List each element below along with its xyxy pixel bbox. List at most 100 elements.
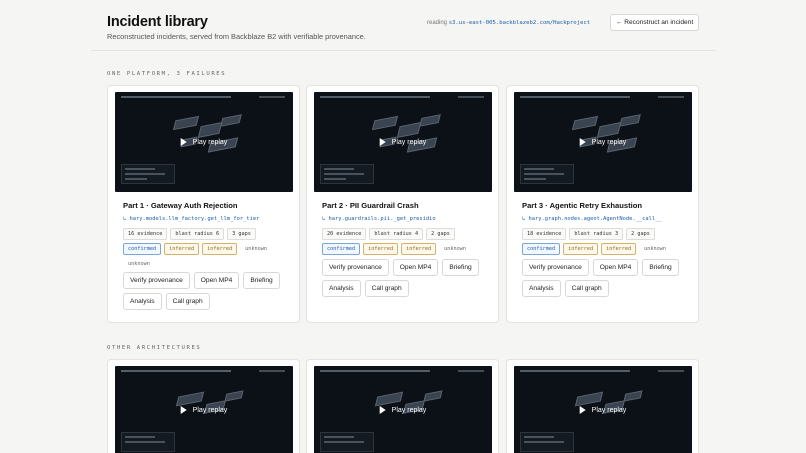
blast-radius: blast radius 3 [569,228,624,240]
preview-block [423,390,443,402]
thumb-caption [121,96,231,98]
thumb-caption [520,96,630,98]
thumb-panel [520,432,574,452]
play-replay-button[interactable]: Play replay [180,406,227,414]
open-mp4-button[interactable]: Open MP4 [193,272,240,289]
call-graph-button[interactable]: Call graph [364,280,409,297]
play-icon [579,138,586,146]
replay-thumbnail[interactable]: Play replay [514,366,692,453]
preview-block [619,114,641,127]
briefing-button[interactable]: Briefing [442,259,479,276]
thumb-caption-right [259,370,285,372]
card-metrics: 16 evidence blast radius 6 3 gaps confir… [123,228,288,270]
provenance-tag: unknown [245,246,267,252]
open-mp4-button[interactable]: Open MP4 [592,259,639,276]
provenance-tag: confirmed [322,243,361,255]
replay-thumbnail[interactable]: Play replay [314,92,492,192]
panel-line [324,436,354,438]
play-label: Play replay [591,138,627,146]
verify-provenance-button[interactable]: Verify provenance [322,259,389,276]
provenance-tag: confirmed [123,243,162,255]
card-metrics: 20 evidence blast radius 4 2 gaps confir… [322,228,487,255]
replay-thumbnail[interactable]: Play replay [115,366,293,453]
thumb-panel [520,164,574,184]
provenance-tag: inferred [363,243,399,255]
card-actions: Verify provenance Open MP4 Briefing Anal… [123,272,288,310]
evidence-count: 20 evidence [322,228,367,240]
panel-line [125,168,155,170]
play-label: Play replay [391,138,427,146]
architecture-preview [369,110,449,160]
play-label: Play replay [591,406,627,414]
card-code-path[interactable]: ↳ hary.models.llm_factory.get_llm_for_ti… [123,216,259,222]
analysis-button[interactable]: Analysis [322,280,361,297]
briefing-button[interactable]: Briefing [243,272,280,289]
thumb-caption [520,370,630,372]
preview-block [571,115,599,131]
preview-block [596,122,622,138]
thumb-panel [121,164,175,184]
thumb-caption-right [458,96,484,98]
play-icon [180,406,187,414]
section-label-other-architectures: OTHER ARCHITECTURES [107,345,202,351]
section-label-one-platform: ONE PLATFORM, 3 FAILURES [107,71,227,77]
panel-line [125,441,165,443]
provenance-tag: unknown [444,246,466,252]
provenance-tag: inferred [202,243,238,255]
card-title: Part 2 · PII Guardrail Crash [322,201,419,210]
card-title: Part 3 · Agentic Retry Exhaustion [522,201,642,210]
incident-card-4: Play replay [107,359,300,453]
thumb-panel [121,432,175,452]
preview-block [371,115,399,131]
evidence-count: 16 evidence [123,228,168,240]
preview-block [224,390,244,402]
preview-block [172,115,200,131]
card-title: Part 1 · Gateway Auth Rejection [123,201,238,210]
verify-provenance-button[interactable]: Verify provenance [522,259,589,276]
play-icon [579,406,586,414]
analysis-button[interactable]: Analysis [522,280,561,297]
verify-provenance-button[interactable]: Verify provenance [123,272,190,289]
panel-line [324,178,346,180]
preview-block [175,391,205,407]
thumb-caption [121,370,231,372]
play-replay-button[interactable]: Play replay [379,138,427,146]
thumb-panel [320,164,374,184]
preview-block [374,391,404,407]
card-code-path[interactable]: ↳ hary.graph.nodes.agent.AgentNode.__cal… [522,216,662,222]
blast-radius: blast radius 6 [170,228,225,240]
card-actions: Verify provenance Open MP4 Briefing Anal… [322,259,487,297]
provenance-tag: inferred [164,243,200,255]
panel-line [524,178,546,180]
panel-line [524,441,564,443]
replay-thumbnail[interactable]: Play replay [115,92,293,192]
thumb-caption-right [658,370,684,372]
provenance-tag: unknown [128,261,150,267]
play-replay-button[interactable]: Play replay [379,406,427,414]
briefing-button[interactable]: Briefing [642,259,679,276]
header-divider [91,50,716,51]
analysis-button[interactable]: Analysis [123,293,162,310]
replay-thumbnail[interactable]: Play replay [514,92,692,192]
replay-thumbnail[interactable]: Play replay [314,366,492,453]
play-replay-button[interactable]: Play replay [579,138,627,146]
provenance-tag: unknown [644,246,666,252]
call-graph-button[interactable]: Call graph [165,293,210,310]
play-icon [180,138,187,146]
play-label: Play replay [192,138,228,146]
bucket-path[interactable]: s3.us-east-005.backblazeb2.com/Hackproje… [449,20,590,26]
thumb-panel [320,432,374,452]
thumb-caption-right [259,96,285,98]
play-label: Play replay [391,406,427,414]
card-actions: Verify provenance Open MP4 Briefing Anal… [522,259,687,297]
reconstruct-incident-button[interactable]: ← Reconstruct an incident [610,14,699,31]
open-mp4-button[interactable]: Open MP4 [392,259,439,276]
call-graph-button[interactable]: Call graph [564,280,609,297]
card-code-path[interactable]: ↳ hary.guardrails.pii._get_presidio [322,216,436,222]
play-replay-button[interactable]: Play replay [180,138,228,146]
incident-card-2: Play replay Part 2 · PII Guardrail Crash… [306,85,499,323]
play-replay-button[interactable]: Play replay [579,406,627,414]
panel-line [125,173,165,175]
page-subtitle: Reconstructed incidents, served from Bac… [107,32,366,41]
architecture-preview [170,110,250,160]
